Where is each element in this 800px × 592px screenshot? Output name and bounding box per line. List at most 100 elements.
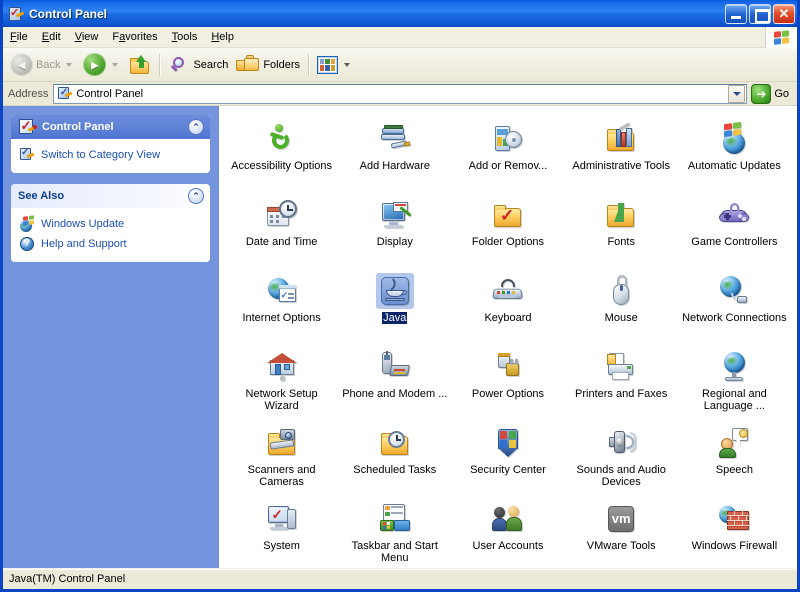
- panel-title: See Also: [18, 190, 65, 202]
- control-panel-item[interactable]: Network Setup Wizard: [225, 346, 338, 421]
- control-panel-item[interactable]: Sounds and Audio Devices: [565, 422, 678, 497]
- menu-view[interactable]: View: [68, 29, 106, 45]
- control-panel-item[interactable]: Network Connections: [678, 270, 791, 345]
- mouse-icon-art: [605, 275, 637, 307]
- control-panel-item-label: Game Controllers: [691, 236, 778, 248]
- menu-help[interactable]: Help: [204, 29, 241, 45]
- up-button[interactable]: [125, 51, 155, 79]
- network-setup-wizard-icon-art: [266, 351, 298, 383]
- control-panel-item[interactable]: Windows Firewall: [678, 498, 791, 568]
- control-panel-item[interactable]: vm VMware Tools: [565, 498, 678, 568]
- control-panel-item-label: Accessibility Options: [231, 160, 333, 172]
- search-button[interactable]: Search: [164, 51, 232, 79]
- control-panel-item[interactable]: Add or Remov...: [451, 118, 564, 193]
- phone-modem-icon-art: [379, 351, 411, 383]
- views-icon: [317, 55, 339, 74]
- windows-flag-icon: [765, 27, 797, 48]
- forward-button[interactable]: ►: [79, 51, 125, 79]
- vmware-tools-icon-art: vm: [605, 503, 637, 535]
- control-panel-item[interactable]: Scanners and Cameras: [225, 422, 338, 497]
- minimize-button[interactable]: [725, 3, 747, 24]
- address-input[interactable]: ✓ Control Panel: [53, 83, 748, 104]
- sidebar-link-help-and-support[interactable]: ? Help and Support: [19, 234, 203, 254]
- internet-options-icon-art: ✓: [266, 275, 298, 307]
- panel-body-see-also: Windows Update ? Help and Support: [11, 208, 210, 262]
- collapse-chevron-icon[interactable]: ⌃: [188, 119, 204, 135]
- panel-header-control-panel[interactable]: ✓ Control Panel ⌃: [11, 115, 210, 139]
- control-panel-icon: ✓: [18, 118, 38, 137]
- collapse-chevron-icon[interactable]: ⌃: [188, 188, 204, 204]
- date-time-icon-art: [266, 199, 298, 231]
- control-panel-item[interactable]: Taskbar and Start Menu: [338, 498, 451, 568]
- security-center-icon: [489, 425, 527, 461]
- control-panel-item-label: Scanners and Cameras: [247, 464, 316, 488]
- control-panel-item[interactable]: Mouse: [565, 270, 678, 345]
- menu-edit[interactable]: Edit: [35, 29, 68, 45]
- game-controllers-icon: [715, 197, 753, 233]
- control-panel-item[interactable]: Speech: [678, 422, 791, 497]
- fonts-icon-art: [605, 199, 637, 231]
- phone-modem-icon: [376, 349, 414, 385]
- mouse-icon: [602, 273, 640, 309]
- control-panel-item[interactable]: Scheduled Tasks: [338, 422, 451, 497]
- menu-favorites[interactable]: Favorites: [105, 29, 164, 45]
- control-panel-item[interactable]: ✓ System: [225, 498, 338, 568]
- folders-button[interactable]: Folders: [232, 51, 304, 79]
- maximize-button[interactable]: [749, 3, 771, 24]
- sidebar-link-label: Help and Support: [41, 238, 127, 250]
- window-body: ✓ Control Panel ⌃ ✓ Switch to Category V…: [3, 106, 797, 568]
- menu-file[interactable]: File: [3, 29, 35, 45]
- control-panel-item[interactable]: ✓ Folder Options: [451, 194, 564, 269]
- views-button[interactable]: [313, 51, 357, 79]
- date-time-icon: [263, 197, 301, 233]
- control-panel-item[interactable]: Automatic Updates: [678, 118, 791, 193]
- control-panel-item[interactable]: Regional and Language ...: [678, 346, 791, 421]
- back-dropdown-icon[interactable]: [66, 62, 73, 67]
- back-arrow-icon: ◄: [10, 53, 33, 76]
- windows-update-icon: [19, 215, 35, 232]
- control-panel-item[interactable]: User Accounts: [451, 498, 564, 568]
- control-panel-item[interactable]: Keyboard: [451, 270, 564, 345]
- back-button[interactable]: ◄ Back: [6, 51, 79, 79]
- forward-dropdown-icon[interactable]: [112, 62, 119, 67]
- folder-options-icon-art: ✓: [492, 199, 524, 231]
- control-panel-item[interactable]: Game Controllers: [678, 194, 791, 269]
- title-bar: ✓ Control Panel ✕: [3, 0, 797, 27]
- up-folder-icon: [129, 54, 151, 75]
- control-panel-item[interactable]: Date and Time: [225, 194, 338, 269]
- panel-header-see-also[interactable]: See Also ⌃: [11, 184, 210, 208]
- views-dropdown-icon[interactable]: [344, 62, 351, 67]
- panel-body-control-panel: ✓ Switch to Category View: [11, 139, 210, 173]
- panel-title: Control Panel: [42, 121, 114, 133]
- scanners-cameras-icon: [263, 425, 301, 461]
- address-dropdown-button[interactable]: [728, 84, 746, 103]
- control-panel-item[interactable]: Display: [338, 194, 451, 269]
- control-panel-item[interactable]: Phone and Modem ...: [338, 346, 451, 421]
- windows-firewall-icon: [715, 501, 753, 537]
- sidebar-link-switch-category-view[interactable]: ✓ Switch to Category View: [19, 145, 203, 165]
- sidebar-link-label: Windows Update: [41, 218, 125, 230]
- close-button[interactable]: ✕: [773, 3, 795, 24]
- accessibility-icon-art: [266, 123, 298, 155]
- control-panel-item-label: Internet Options: [242, 312, 321, 324]
- go-button[interactable]: ➜ Go: [747, 83, 795, 104]
- accessibility-icon: [263, 121, 301, 157]
- control-panel-item[interactable]: Security Center: [451, 422, 564, 497]
- java-icon-art: [379, 275, 411, 307]
- control-panel-icon-small: ✓: [57, 86, 73, 101]
- control-panel-item[interactable]: Administrative Tools: [565, 118, 678, 193]
- control-panel-item[interactable]: ✓ Internet Options: [225, 270, 338, 345]
- control-panel-item[interactable]: Fonts: [565, 194, 678, 269]
- toolbar-separator-2: [308, 53, 310, 76]
- sidebar-link-label: Switch to Category View: [41, 149, 161, 161]
- control-panel-item[interactable]: Accessibility Options: [225, 118, 338, 193]
- sidebar-link-windows-update[interactable]: Windows Update: [19, 214, 203, 234]
- control-panel-item[interactable]: Power Options: [451, 346, 564, 421]
- control-panel-item[interactable]: Java: [338, 270, 451, 345]
- content-area: Accessibility Options Add Hardware Add or …: [218, 106, 797, 568]
- sidebar-panel-see-also: See Also ⌃ Windows Update ? Help and Sup…: [11, 184, 210, 262]
- control-panel-item[interactable]: Add Hardware: [338, 118, 451, 193]
- control-panel-item[interactable]: Printers and Faxes: [565, 346, 678, 421]
- menu-tools[interactable]: Tools: [165, 29, 205, 45]
- printers-faxes-icon-art: [605, 351, 637, 383]
